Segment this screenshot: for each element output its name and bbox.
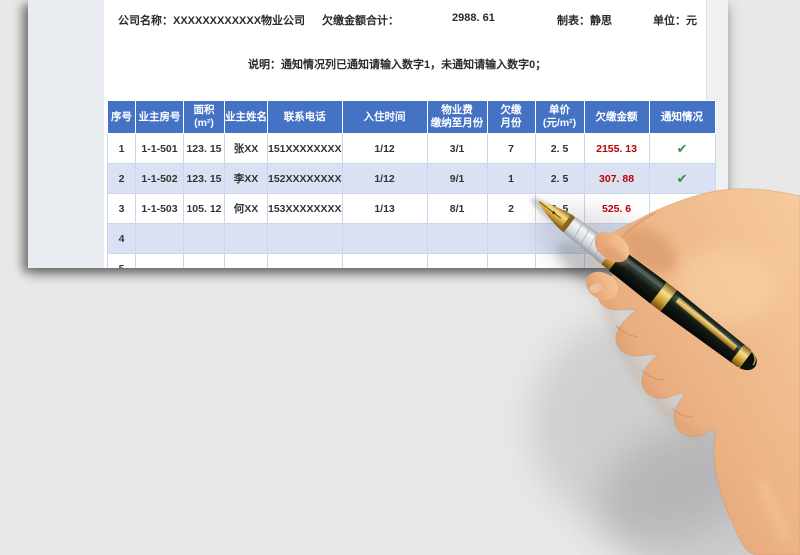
cell-unit-price[interactable] bbox=[534, 253, 585, 268]
cell-unit-price[interactable] bbox=[534, 223, 585, 254]
table-row: 3 1-1-503 105. 12 何XX 153XXXXXXXX 1/13 8… bbox=[107, 193, 716, 224]
cell-move-in[interactable]: 1/13 bbox=[341, 193, 428, 224]
cell-phone[interactable] bbox=[267, 223, 343, 254]
spreadsheet-paper: 公司名称：XXXXXXXXXXXX物业公司 欠缴金额合计： 2988. 61 制… bbox=[28, 0, 728, 268]
cell-months-due[interactable]: 7 bbox=[486, 133, 536, 164]
cell-phone[interactable]: 151XXXXXXXX bbox=[267, 133, 343, 164]
cell-months-due[interactable] bbox=[486, 253, 536, 268]
cell-move-in[interactable]: 1/12 bbox=[341, 133, 428, 164]
total-due-value: 2988. 61 bbox=[452, 12, 495, 24]
cell-phone[interactable] bbox=[267, 253, 343, 268]
cell-paid-to-month[interactable]: 8/1 bbox=[426, 193, 488, 224]
table-row: 4 bbox=[107, 223, 716, 254]
cell-phone[interactable]: 152XXXXXXXX bbox=[267, 163, 343, 194]
cell-amount-due[interactable] bbox=[583, 223, 650, 254]
pen-end-band bbox=[731, 345, 752, 368]
col-header-owner[interactable]: 业主姓名 bbox=[224, 100, 268, 134]
index-fingernail bbox=[588, 282, 604, 294]
cell-amount-due[interactable]: 307. 88 bbox=[583, 163, 650, 194]
knuckle-creases bbox=[615, 325, 695, 418]
cell-index[interactable]: 2 bbox=[107, 163, 136, 194]
col-header-notify-status[interactable]: 通知情况 bbox=[648, 100, 716, 134]
cell-area[interactable]: 105. 12 bbox=[183, 193, 225, 224]
col-header-months-due[interactable]: 欠缴 月份 bbox=[486, 100, 536, 134]
cell-index[interactable]: 5 bbox=[107, 253, 136, 268]
cell-room[interactable]: 1-1-501 bbox=[135, 133, 184, 164]
pen-clip bbox=[675, 296, 738, 352]
cell-room[interactable]: 1-1-502 bbox=[135, 163, 184, 194]
unit-label: 单位：元 bbox=[653, 15, 697, 27]
cell-owner[interactable] bbox=[224, 253, 268, 268]
cell-move-in[interactable] bbox=[341, 223, 428, 254]
cell-move-in[interactable] bbox=[341, 253, 428, 268]
table-row: 1 1-1-501 123. 15 张XX 151XXXXXXXX 1/12 3… bbox=[107, 133, 716, 164]
cell-notify-check[interactable]: ✔ bbox=[648, 133, 716, 164]
col-header-amount-due[interactable]: 欠缴金额 bbox=[583, 100, 650, 134]
col-header-index[interactable]: 序号 bbox=[107, 100, 136, 134]
background-cast-shadow bbox=[530, 310, 780, 540]
pen-end-rim bbox=[751, 350, 756, 366]
pen-cap bbox=[660, 290, 748, 365]
company-name: 公司名称：XXXXXXXXXXXX物业公司 bbox=[118, 15, 306, 27]
cell-owner[interactable]: 李XX bbox=[224, 163, 268, 194]
cell-index[interactable]: 3 bbox=[107, 193, 136, 224]
cell-paid-to-month[interactable]: 3/1 bbox=[426, 133, 488, 164]
col-header-unit-price[interactable]: 单价 (元/m²) bbox=[534, 100, 585, 134]
cell-phone[interactable]: 153XXXXXXXX bbox=[267, 193, 343, 224]
cell-paid-to-month[interactable] bbox=[426, 223, 488, 254]
cell-unit-price[interactable]: 2. 5 bbox=[534, 193, 585, 224]
col-header-move-in[interactable]: 入住时间 bbox=[341, 100, 428, 134]
cell-index[interactable]: 4 bbox=[107, 223, 136, 254]
cell-room[interactable] bbox=[135, 223, 184, 254]
cell-owner[interactable]: 张XX bbox=[224, 133, 268, 164]
cell-notify-check[interactable] bbox=[648, 223, 716, 254]
cell-area[interactable] bbox=[183, 253, 225, 268]
cell-amount-due[interactable]: 525. 6 bbox=[583, 193, 650, 224]
pen-end-dome bbox=[739, 351, 757, 371]
cell-notify-check[interactable] bbox=[648, 193, 716, 224]
cell-room[interactable] bbox=[135, 253, 184, 268]
wrist-cast-shadow bbox=[600, 420, 800, 555]
cell-unit-price[interactable]: 2. 5 bbox=[534, 163, 585, 194]
cell-paid-to-month[interactable]: 9/1 bbox=[426, 163, 488, 194]
cell-amount-due[interactable] bbox=[583, 253, 650, 268]
fist-edge-shade bbox=[603, 299, 702, 440]
wrist-highlight bbox=[756, 478, 790, 542]
cell-owner[interactable] bbox=[224, 223, 268, 254]
instruction-note: 说明：通知情况列已通知请输入数字1，未通知请输入数字0； bbox=[248, 59, 547, 71]
cell-index[interactable]: 1 bbox=[107, 133, 136, 164]
cell-months-due[interactable] bbox=[486, 223, 536, 254]
preparer-label: 制表：静思 bbox=[557, 15, 612, 27]
cell-move-in[interactable]: 1/12 bbox=[341, 163, 428, 194]
page-background: 公司名称：XXXXXXXXXXXX物业公司 欠缴金额合计： 2988. 61 制… bbox=[0, 0, 800, 555]
paper-margin-strip bbox=[28, 0, 104, 268]
cell-paid-to-month[interactable] bbox=[426, 253, 488, 268]
total-due-label: 欠缴金额合计： bbox=[322, 15, 399, 27]
table-row: 2 1-1-502 123. 15 李XX 152XXXXXXXX 1/12 9… bbox=[107, 163, 716, 194]
table-row: 5 bbox=[107, 253, 716, 268]
fee-table: 序号 业主房号 面积 (m²) 业主姓名 联系电话 入住时间 物业费 缴纳至月份… bbox=[107, 100, 716, 268]
cell-notify-check[interactable] bbox=[648, 253, 716, 268]
cell-months-due[interactable]: 2 bbox=[486, 193, 536, 224]
cell-amount-due[interactable]: 2155. 13 bbox=[583, 133, 650, 164]
cell-owner[interactable]: 何XX bbox=[224, 193, 268, 224]
col-header-room[interactable]: 业主房号 bbox=[135, 100, 184, 134]
cell-area[interactable] bbox=[183, 223, 225, 254]
cell-area[interactable]: 123. 15 bbox=[183, 133, 225, 164]
col-header-paid-to-month[interactable]: 物业费 缴纳至月份 bbox=[426, 100, 488, 134]
cell-area[interactable]: 123. 15 bbox=[183, 163, 225, 194]
cell-notify-check[interactable]: ✔ bbox=[648, 163, 716, 194]
col-header-phone[interactable]: 联系电话 bbox=[267, 100, 343, 134]
cell-months-due[interactable]: 1 bbox=[486, 163, 536, 194]
col-header-area[interactable]: 面积 (m²) bbox=[183, 100, 225, 134]
cell-room[interactable]: 1-1-503 bbox=[135, 193, 184, 224]
index-finger-tip bbox=[586, 271, 618, 301]
pen-center-band bbox=[650, 282, 678, 312]
cell-unit-price[interactable]: 2. 5 bbox=[534, 133, 585, 164]
cap-highlight bbox=[674, 294, 744, 351]
header-row: 序号 业主房号 面积 (m²) 业主姓名 联系电话 入住时间 物业费 缴纳至月份… bbox=[107, 100, 716, 134]
